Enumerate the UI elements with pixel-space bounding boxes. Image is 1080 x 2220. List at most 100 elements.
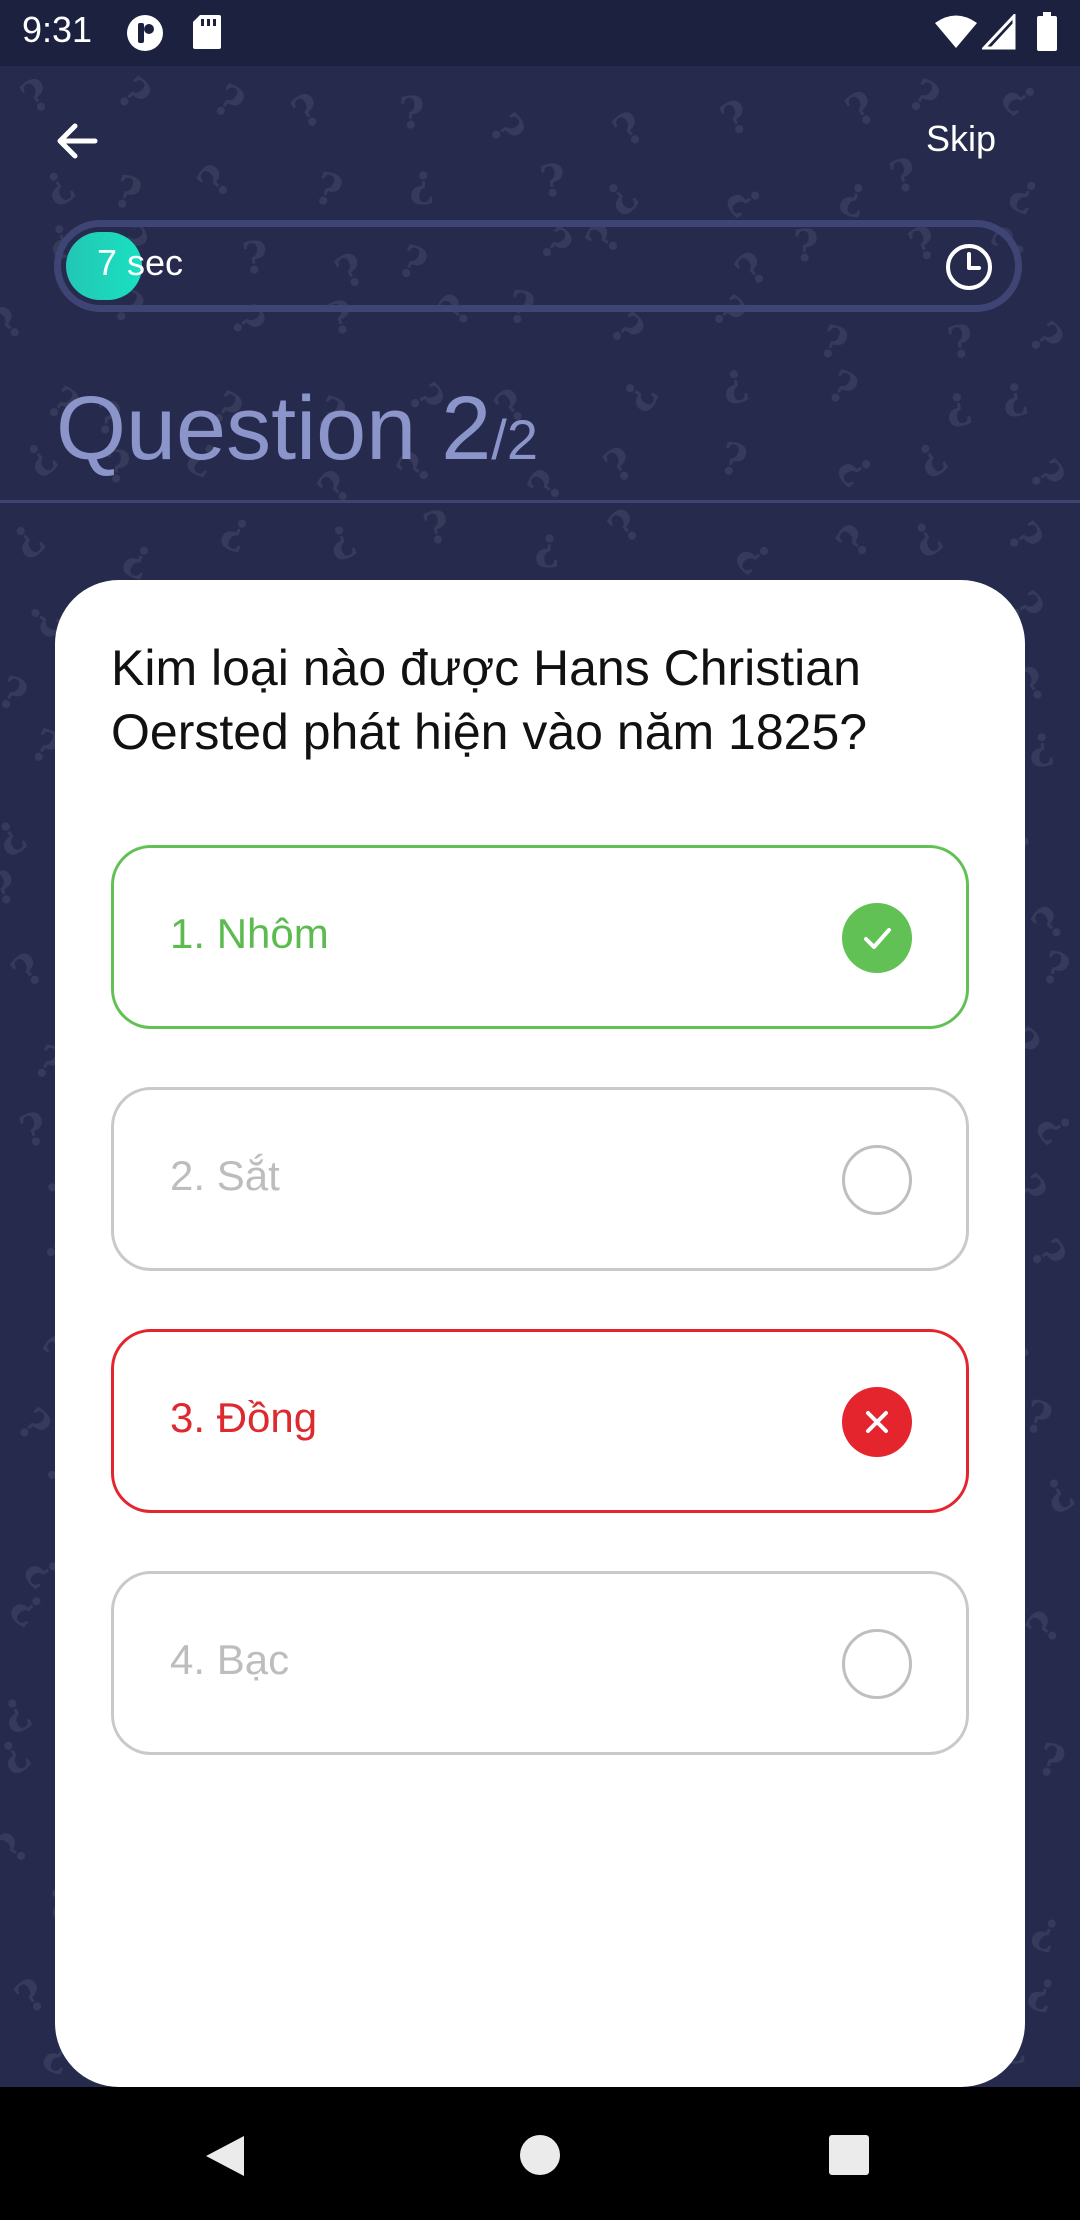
nav-recents-icon[interactable] — [828, 2134, 870, 2176]
answer-option-label: 2. Sắt — [170, 1152, 280, 1199]
question-mark-decoration: ? — [1016, 1601, 1073, 1654]
question-mark-decoration: ¿ — [1022, 1960, 1066, 2017]
question-mark-decoration: ¿ — [0, 1723, 36, 1780]
question-mark-decoration: ¿ — [0, 804, 32, 862]
question-number: Question 2 — [56, 379, 492, 479]
question-mark-decoration: ? — [5, 1968, 58, 2025]
quiz-screen: ?????????? ¿ ¿??? ¿? ¿ ¿ ¿? ¿ ¿?????????????????… — [0, 0, 1080, 2220]
answer-option-4[interactable]: 4. Bạc — [111, 1571, 969, 1755]
question-mark-decoration: ¿ — [589, 166, 644, 221]
question-mark-decoration: ? — [883, 148, 924, 205]
question-mark-decoration: ? — [106, 165, 148, 222]
close-icon — [866, 1411, 888, 1433]
question-mark-decoration: ¿ — [730, 527, 787, 580]
skip-button[interactable]: Skip — [926, 118, 996, 160]
question-mark-decoration: ? — [398, 87, 426, 140]
answer-option-2[interactable]: 2. Sắt — [111, 1087, 969, 1271]
question-mark-decoration: ¿ — [0, 508, 51, 565]
question-mark-decoration: ¿ — [1030, 1099, 1080, 1150]
sd-card-icon — [193, 15, 221, 49]
question-mark-decoration: ? — [943, 315, 978, 370]
nav-home-icon[interactable] — [518, 2133, 562, 2177]
question-mark-decoration: ¿ — [215, 499, 261, 558]
question-mark-decoration: ¿ — [318, 508, 361, 565]
question-mark-decoration: ¿ — [720, 172, 778, 223]
question-mark-decoration: ¿ — [117, 526, 163, 585]
question-mark-decoration: ¿ — [832, 441, 889, 493]
question-text: Kim loại nào được Hans Christian Oersted… — [111, 640, 868, 760]
question-total: /2 — [491, 408, 538, 471]
question-mark-decoration: ? — [0, 1824, 41, 1874]
question-mark-decoration: ? — [1017, 312, 1074, 365]
question-mark-decoration: ¿ — [835, 165, 875, 222]
question-mark-decoration: ? — [536, 154, 569, 209]
question-mark-decoration: ? — [106, 67, 161, 122]
question-card: Kim loại nào được Hans Christian Oersted… — [55, 580, 1025, 2087]
answer-option-label: 4. Bạc — [170, 1636, 290, 1683]
question-mark-decoration: ¿ — [899, 505, 948, 563]
battery-icon — [1037, 12, 1057, 51]
question-mark-decoration: ? — [818, 360, 866, 418]
question-mark-decoration: ¿ — [408, 155, 436, 208]
question-mark-decoration: ¿ — [1032, 1461, 1080, 1519]
question-mark-decoration: ? — [1022, 896, 1077, 951]
question-mark-decoration: ? — [595, 437, 645, 495]
answer-option-label: 3. Đồng — [170, 1394, 318, 1441]
question-mark-decoration: ¿ — [715, 352, 753, 409]
question-mark-decoration: ¿ — [1025, 716, 1057, 771]
question-mark-decoration: ? — [837, 81, 887, 139]
question-mark-decoration: ? — [898, 69, 948, 126]
question-mark-decoration: ? — [811, 315, 855, 372]
question-mark-decoration: ? — [1018, 1230, 1076, 1279]
question-mark-decoration: ? — [995, 513, 1053, 563]
question-mark-decoration: ? — [1034, 941, 1076, 998]
question-mark-decoration: ¿ — [1026, 1900, 1070, 1958]
question-mark-decoration: ? — [603, 101, 656, 158]
question-mark-decoration: ? — [0, 665, 35, 724]
question-mark-decoration: ¿ — [0, 1680, 37, 1739]
question-mark-decoration: ¿ — [902, 426, 953, 483]
question-mark-decoration: ? — [6, 1398, 61, 1453]
signal-icon — [982, 14, 1016, 50]
question-mark-decoration: ? — [477, 104, 535, 155]
question-mark-decoration: ? — [1, 943, 56, 999]
question-mark-decoration: ? — [598, 303, 654, 357]
question-mark-decoration: ? — [283, 83, 333, 141]
check-icon — [842, 903, 912, 973]
header-divider — [0, 500, 1080, 503]
question-mark-decoration: ? — [418, 500, 456, 557]
question-mark-decoration: ¿ — [1003, 161, 1051, 220]
timer-label: 7 sec — [97, 242, 184, 283]
status-time: 9:31 — [22, 9, 93, 50]
status-bar: 9:31 — [0, 0, 1080, 66]
back-button[interactable] — [44, 108, 110, 174]
nav-back-icon[interactable] — [200, 2132, 248, 2180]
check-icon — [864, 928, 891, 949]
question-mark-decoration: ? — [1017, 450, 1075, 501]
clock-icon — [946, 244, 992, 290]
question-mark-decoration: ¿ — [996, 366, 1031, 421]
question-mark-decoration: ¿ — [4, 1577, 59, 1633]
radio-empty-icon — [842, 1629, 912, 1699]
timer-bar: 7 sec — [54, 220, 1022, 312]
question-counter: Question 2/2 — [56, 378, 538, 481]
arrow-left-icon — [57, 123, 98, 159]
question-mark-decoration: ? — [203, 74, 254, 131]
question-mark-decoration: ? — [826, 515, 883, 568]
question-mark-decoration: ? — [1031, 1733, 1071, 1790]
answer-option-1[interactable]: 1. Nhôm — [111, 845, 969, 1029]
question-mark-decoration: ¿ — [938, 375, 976, 432]
answer-option-3[interactable]: 3. Đồng — [111, 1329, 969, 1513]
system-nav-bar — [0, 2087, 1080, 2220]
question-mark-decoration: ? — [307, 162, 349, 219]
question-mark-decoration: ? — [598, 499, 653, 555]
question-mark-decoration: ? — [13, 1102, 54, 1159]
close-icon — [842, 1387, 912, 1457]
question-mark-decoration: ¿ — [606, 368, 663, 418]
wifi-icon — [935, 15, 977, 48]
question-mark-decoration: ¿ — [533, 518, 563, 571]
radio-empty-icon — [842, 1145, 912, 1215]
question-mark-decoration: ? — [713, 432, 753, 489]
question-mark-decoration: ? — [0, 860, 25, 917]
answer-option-label: 1. Nhôm — [170, 910, 329, 957]
